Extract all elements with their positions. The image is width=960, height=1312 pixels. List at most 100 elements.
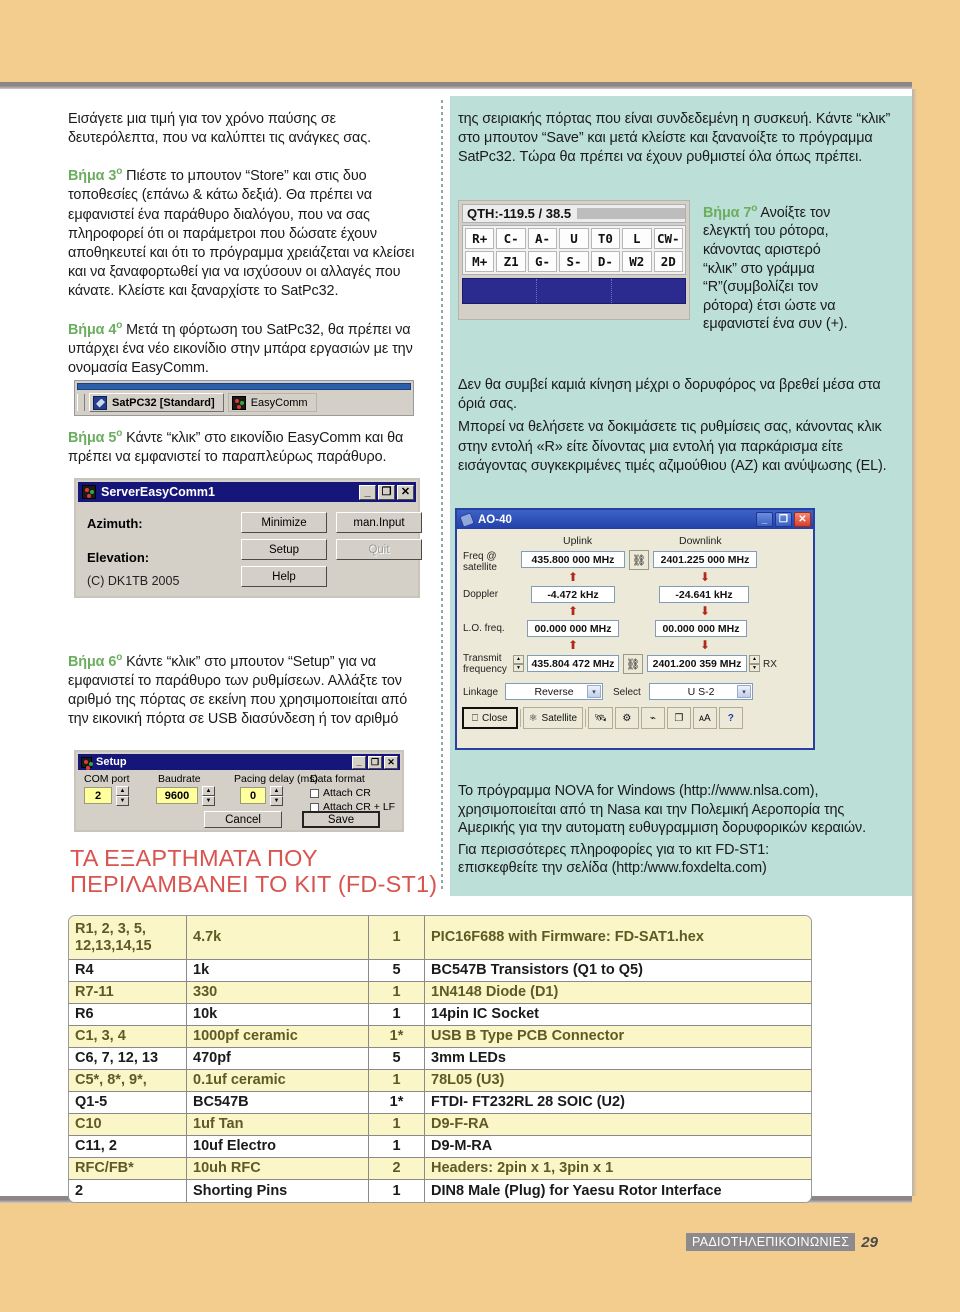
left-column-step5: Βήμα 5ο Κάντε “κλικ” στο εικονίδιο EasyC… [68, 424, 428, 467]
stepper-down-icon[interactable]: ▼ [270, 796, 283, 806]
baudrate-value[interactable]: 9600 [156, 787, 198, 804]
baudrate-stepper[interactable]: ▲ ▼ [202, 786, 215, 806]
close-button[interactable]: ✕ [397, 484, 414, 500]
step-7-paragraph: Βήμα 7ο Ανοίξτε τον ελεγκτή του ρότορα, … [703, 200, 853, 334]
doppler-label: Doppler [463, 589, 499, 600]
qth-cell[interactable]: W2 [622, 251, 652, 272]
uplink-lo-field[interactable]: 00.000 000 MHz [527, 620, 619, 637]
kit-heading-line1: ΤΑ ΕΞΑΡΤΗΜΑΤΑ ΠΟΥ [70, 845, 318, 871]
qth-cell[interactable]: 2D [653, 251, 683, 272]
link-chain-icon[interactable]: ⛓ [629, 550, 649, 570]
linkage-select[interactable]: Reverse ▾ [505, 683, 603, 700]
receive-stepper[interactable]: ▲ ▼ [749, 655, 760, 672]
maximize-button[interactable]: ❐ [368, 755, 382, 769]
setup-button[interactable]: Setup [241, 539, 327, 560]
step-3-paragraph: Βήμα 3ο Πιέστε το μπουτον “Store” και στ… [68, 162, 428, 301]
minimize-button[interactable]: _ [352, 755, 366, 769]
help-icon[interactable]: ? [718, 707, 743, 729]
step-icon[interactable]: ⌁ [640, 707, 665, 729]
qth-cell[interactable]: U [559, 228, 589, 249]
downlink-arrow-down-icon: ⬇ [700, 570, 711, 584]
uplink-freq-field[interactable]: 435.800 000 MHz [521, 551, 625, 568]
part-value: Shorting Pins [187, 1180, 369, 1202]
save-button[interactable]: Save [302, 811, 380, 828]
exit-door-icon: ⎕ [472, 712, 478, 724]
stepper-up-icon[interactable]: ▲ [270, 786, 283, 796]
manual-input-button[interactable]: man.Input [336, 512, 422, 533]
lock-icon[interactable]: ⚙ [614, 707, 639, 729]
minimize-action-button[interactable]: Minimize [241, 512, 327, 533]
part-value: 1k [187, 960, 369, 981]
qth-row-2: M+ Z1 G- S- D- W2 2D [465, 251, 683, 272]
chevron-down-icon[interactable]: ▾ [587, 685, 601, 698]
close-toolbar-button[interactable]: ⎕ Close [462, 707, 518, 729]
pacing-delay-stepper[interactable]: ▲ ▼ [270, 786, 283, 806]
downlink-lo-field[interactable]: 00.000 000 MHz [655, 620, 747, 637]
minimize-button[interactable]: _ [756, 512, 773, 527]
part-ref: C10 [69, 1114, 187, 1135]
setup-body: COM port 2 ▲ ▼ Baudrate 9600 ▲ ▼ Pacing … [78, 770, 400, 832]
server-easycomm-titlebar: ServerEasyComm1 _ ❐ ✕ [78, 482, 416, 502]
cancel-button[interactable]: Cancel [204, 811, 282, 828]
band-select[interactable]: U S-2 ▾ [649, 683, 753, 700]
part-desc: 78L05 (U3) [431, 1072, 505, 1088]
table-row: C11, 2 10uf Electro 1 D9-M-RA [69, 1136, 811, 1158]
setup-window-controls: _ ❐ ✕ [352, 755, 398, 769]
table-row: R1, 2, 3, 5, 12,13,14,15 4.7k 1 PIC16F68… [69, 916, 811, 960]
satellite-dish-icon [93, 395, 107, 410]
right-column: της σειριακής πόρτας που είναι συνδεδεμέ… [458, 110, 898, 168]
table-row: C5*, 8*, 9*, 0.1uf ceramic 1 78L05 (U3) [69, 1070, 811, 1092]
qth-cell[interactable]: M+ [465, 251, 495, 272]
band-value: U S-2 [687, 685, 715, 698]
qth-cell[interactable]: R+ [465, 228, 495, 249]
nova-info-block: Το πρόγραμμα NOVA for Windows (http://ww… [458, 782, 898, 878]
downlink-rx-field[interactable]: 2401.200 359 MHz [647, 655, 747, 672]
qth-cell[interactable]: Z1 [496, 251, 526, 272]
qth-cell[interactable]: S- [559, 251, 589, 272]
qth-cell[interactable]: G- [527, 251, 558, 272]
freq-at-satellite-label: Freq @ satellite [463, 551, 497, 573]
stepper-down-icon[interactable]: ▼ [116, 796, 129, 806]
stepper-up-icon[interactable]: ▲ [116, 786, 129, 796]
window-icon[interactable]: ❐ [666, 707, 691, 729]
link-chain-icon[interactable]: ⛓ [623, 654, 643, 674]
qth-cell[interactable]: A- [527, 228, 558, 249]
taskbar-item-easycomm[interactable]: EasyComm [227, 393, 317, 412]
uplink-tx-field[interactable]: 435.804 472 MHz [527, 655, 619, 672]
satellite-toolbar-button[interactable]: ⚛ Satellite [522, 707, 584, 729]
setup-window-title: Setup [96, 756, 127, 768]
qth-cell[interactable]: C- [496, 228, 526, 249]
qth-cell[interactable]: D- [590, 251, 621, 272]
part-qty: 2 [369, 1158, 425, 1179]
downlink-freq-field[interactable]: 2401.225 000 MHz [653, 551, 757, 568]
stepper-up-icon[interactable]: ▲ [202, 786, 215, 796]
part-value: 470pf [187, 1048, 369, 1069]
downlink-header: Downlink [679, 535, 722, 547]
pacing-delay-value[interactable]: 0 [240, 787, 266, 804]
close-button[interactable]: ✕ [384, 755, 398, 769]
minimize-button[interactable]: _ [359, 484, 376, 500]
transmit-stepper[interactable]: ▲ ▼ [513, 655, 524, 672]
com-port-stepper[interactable]: ▲ ▼ [116, 786, 129, 806]
help-button[interactable]: Help [241, 566, 327, 587]
checkbox-icon[interactable] [310, 788, 319, 798]
qth-cell[interactable]: T0 [590, 228, 621, 249]
qth-cell[interactable]: L [622, 228, 652, 249]
stepper-down-icon[interactable]: ▼ [202, 796, 215, 806]
chevron-down-icon[interactable]: ▾ [737, 685, 751, 698]
qth-cell[interactable]: CW- [653, 228, 683, 249]
com-port-value[interactable]: 2 [84, 787, 112, 804]
step-6-paragraph: Βήμα 6ο Κάντε “κλικ” στο μπουτον “Setup”… [68, 648, 428, 730]
restore-button[interactable]: ❐ [775, 512, 792, 527]
maximize-button[interactable]: ❐ [378, 484, 395, 500]
uplink-arrow-up-icon: ⬆ [568, 604, 579, 618]
foxdelta-line-1: Για περισσότερες πληροφορίες για το κιτ … [458, 841, 770, 858]
attach-cr-checkbox[interactable]: Attach CR [310, 787, 371, 799]
page-top-band [0, 0, 960, 82]
page-footer: ΡΑΔΙΟΤΗΛΕΠΙΚΟΙΝΩΝΙΕΣ 29 [686, 1233, 878, 1251]
taskbar-item-satpc32[interactable]: SatPC32 [Standard] [89, 393, 224, 412]
close-button[interactable]: ✕ [794, 512, 811, 527]
part-qty: 1 [369, 1070, 425, 1091]
font-icon[interactable]: ᴀA [692, 707, 717, 729]
antenna-icon[interactable]: 🛰 [588, 707, 613, 729]
